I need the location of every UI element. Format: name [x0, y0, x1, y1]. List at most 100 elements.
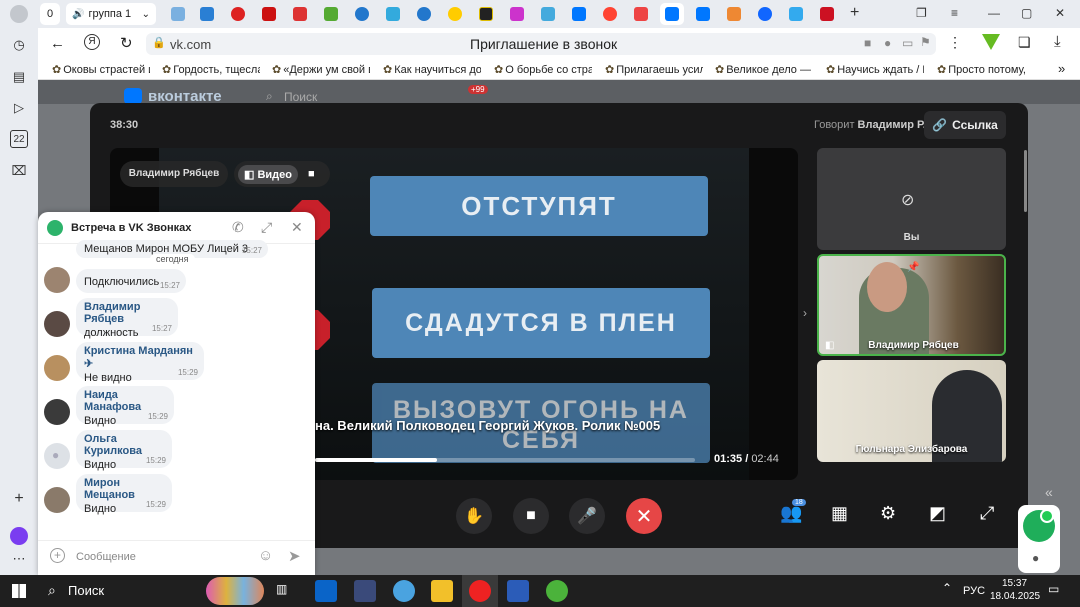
avatar[interactable]: [44, 399, 70, 425]
tab-favicon[interactable]: [261, 3, 277, 25]
floating-widget[interactable]: ●: [1018, 505, 1060, 573]
reload-icon[interactable]: ↻: [120, 34, 133, 52]
bookmark-item[interactable]: Гордость, тщесла: [162, 63, 260, 76]
raise-hand-button[interactable]: ✋: [456, 498, 492, 534]
screenshot-icon[interactable]: ⌧: [10, 162, 28, 180]
task-view-icon[interactable]: ▥: [276, 582, 287, 596]
tab-favicon[interactable]: [478, 3, 494, 25]
message-input[interactable]: Сообщение: [76, 551, 246, 563]
camera-icon[interactable]: ■: [864, 36, 871, 50]
notification-badge[interactable]: +99: [468, 85, 488, 94]
minimize-icon[interactable]: —: [988, 6, 1000, 20]
bookmark-item[interactable]: О борьбе со стра: [494, 63, 592, 76]
tab-favicon[interactable]: [660, 3, 684, 25]
bookmark-item[interactable]: Как научиться до: [383, 63, 481, 76]
tab-favicon[interactable]: [757, 3, 773, 25]
alice-assistant-icon[interactable]: [10, 527, 28, 545]
avatar[interactable]: ●: [44, 443, 70, 469]
new-tab-plus-icon[interactable]: +: [850, 4, 859, 22]
search-icon[interactable]: ⌕: [48, 582, 56, 599]
participant-tile[interactable]: Гюльнара Элизбарова: [817, 360, 1006, 462]
video-toggle-pill[interactable]: ◧ Видео ■: [234, 161, 330, 187]
phone-icon[interactable]: ✆: [232, 219, 244, 236]
clock-date[interactable]: 18.04.2025: [990, 591, 1040, 602]
chat-bubble-icon[interactable]: ●: [1032, 551, 1039, 565]
yandex-icon[interactable]: Я: [84, 34, 100, 50]
paint-icon[interactable]: [393, 580, 415, 602]
pip-button[interactable]: ◩: [929, 503, 946, 524]
back-arrow-icon[interactable]: ←: [50, 35, 65, 52]
tab-favicon[interactable]: [354, 3, 370, 25]
history-icon[interactable]: ◷: [10, 36, 28, 54]
chevron-right-icon[interactable]: ›: [803, 306, 807, 320]
video-chip[interactable]: ◧ Видео: [238, 164, 298, 184]
more-vertical-icon[interactable]: ⋮: [948, 34, 962, 51]
expand-icon[interactable]: ⤢: [261, 219, 272, 236]
chevron-down-icon[interactable]: ⌄: [142, 9, 150, 20]
tab-favicon[interactable]: [509, 3, 525, 25]
vk-logo-icon[interactable]: [124, 88, 142, 104]
tab-favicon[interactable]: [170, 3, 186, 25]
end-call-button[interactable]: ✕: [626, 498, 662, 534]
progress-track[interactable]: [315, 458, 695, 462]
tab-favicon[interactable]: [726, 3, 742, 25]
torrent-icon[interactable]: [546, 580, 568, 602]
mic-toggle-button[interactable]: 🎤: [569, 498, 605, 534]
tabs-collection-icon[interactable]: ❐: [916, 6, 927, 20]
maximize-icon[interactable]: ▢: [1021, 6, 1032, 20]
collections-icon[interactable]: ▤: [10, 68, 28, 86]
tab-favicon[interactable]: [571, 3, 587, 25]
grid-layout-button[interactable]: ▦: [831, 503, 848, 524]
bookmark-item[interactable]: Прилагаешь усил: [605, 63, 703, 76]
fullscreen-button[interactable]: ⤢: [980, 503, 994, 524]
bookmark-item[interactable]: Просто потому,: [937, 63, 1029, 76]
bookmark-item[interactable]: Оковы страстей и: [52, 63, 150, 76]
pin-icon[interactable]: 📌: [907, 262, 919, 273]
language-indicator[interactable]: РУС: [963, 585, 985, 597]
participant-tile-self[interactable]: ⊘ Вы: [817, 148, 1006, 250]
bookmark-item[interactable]: Научись ждать / П: [826, 63, 924, 76]
outlook-icon[interactable]: [315, 580, 337, 602]
avatar[interactable]: [44, 355, 70, 381]
tab-favicon[interactable]: [292, 3, 308, 25]
tab-favicon[interactable]: [819, 3, 835, 25]
tab-favicon[interactable]: [633, 3, 649, 25]
profile-avatar-icon[interactable]: [10, 5, 28, 23]
app-icon[interactable]: [354, 580, 376, 602]
word-icon[interactable]: [507, 580, 529, 602]
tab-favicon[interactable]: [602, 3, 618, 25]
tab-favicon[interactable]: [695, 3, 711, 25]
participants-button[interactable]: 👥 18: [780, 499, 806, 524]
tab-active[interactable]: 🔊 группа 1 ⌄: [66, 3, 156, 25]
tab-favicon[interactable]: [199, 3, 215, 25]
vk-search-placeholder[interactable]: Поиск: [284, 90, 317, 104]
tab-favicon[interactable]: [447, 3, 463, 25]
file-explorer-icon[interactable]: [431, 580, 453, 602]
collections-icon[interactable]: ❏: [1018, 34, 1031, 51]
bookmark-item[interactable]: «Держи ум свой в: [272, 63, 370, 76]
close-icon[interactable]: ✕: [291, 219, 303, 236]
notifications-icon[interactable]: ▭: [1048, 582, 1059, 596]
menu-icon[interactable]: ≡: [951, 6, 958, 20]
bookmark-icon[interactable]: ⚑: [920, 35, 931, 49]
tab-favicon[interactable]: [540, 3, 556, 25]
bookmark-item[interactable]: Великое дело — у: [715, 63, 813, 76]
tab-favicon[interactable]: [385, 3, 401, 25]
add-icon[interactable]: +: [10, 490, 28, 508]
cast-icon[interactable]: ▭: [902, 36, 913, 50]
scrollbar[interactable]: [1024, 150, 1027, 212]
more-icon[interactable]: ⋯: [10, 550, 28, 568]
download-icon[interactable]: ⤓: [1054, 33, 1061, 50]
calendar-icon[interactable]: 22: [10, 130, 28, 148]
attach-plus-icon[interactable]: +: [50, 548, 65, 563]
avatar[interactable]: [44, 267, 70, 293]
yandex-browser-icon[interactable]: [469, 580, 491, 602]
play-icon[interactable]: ▷: [10, 99, 28, 117]
taskbar-search[interactable]: Поиск: [68, 583, 104, 598]
settings-button[interactable]: ⚙: [880, 503, 896, 524]
mic-icon[interactable]: ●: [884, 36, 891, 50]
windows-start-icon[interactable]: [12, 584, 26, 598]
clock-time[interactable]: 15:37: [1002, 578, 1027, 589]
camera-toggle-button[interactable]: ■: [513, 498, 549, 534]
tab-favicon[interactable]: [230, 3, 246, 25]
